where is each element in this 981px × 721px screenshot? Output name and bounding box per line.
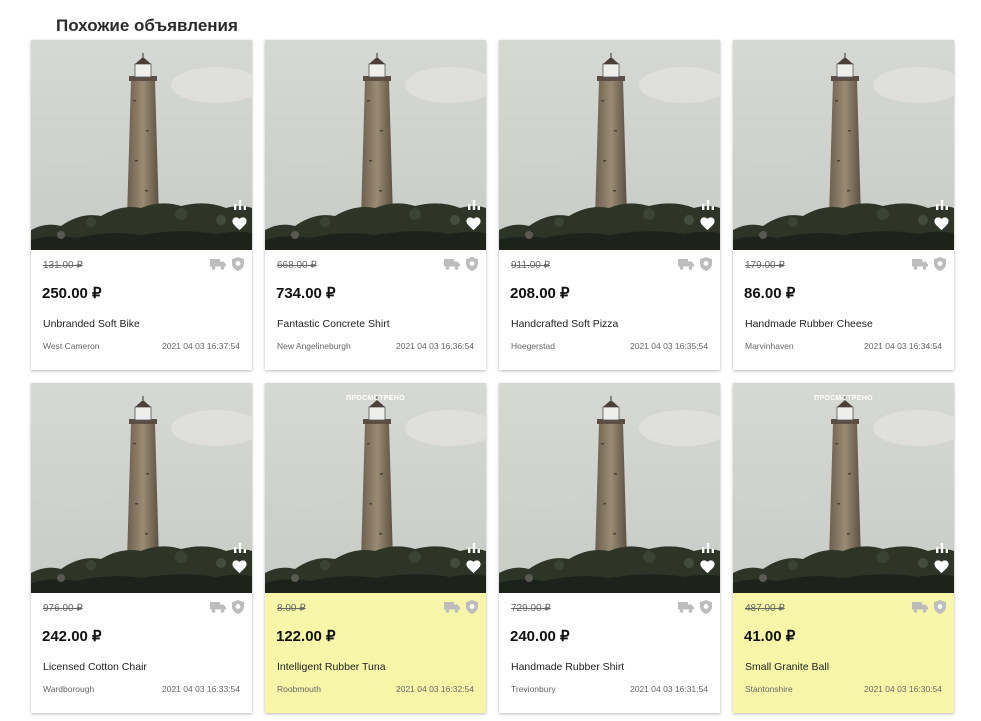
heart-icon[interactable]: [231, 215, 248, 231]
bar-chart-icon[interactable]: [702, 200, 714, 210]
price: 250.00 ₽: [42, 285, 102, 302]
city: Marvinhaven: [745, 341, 794, 351]
date: 2021 04 03 16:33:54: [162, 684, 240, 694]
city: Stantonshire: [745, 684, 793, 694]
listing-card[interactable]: 729.00 ₽ 240.00 ₽ Handmade Rubber Shirt …: [499, 383, 720, 713]
shield-icon: [232, 600, 244, 614]
old-price: 911.00 ₽: [511, 260, 550, 271]
truck-icon: [210, 259, 226, 270]
listing-card[interactable]: 131.00 ₽ 250.00 ₽ Unbranded Soft Bike We…: [31, 40, 252, 370]
section-title: Похожие объявления: [56, 16, 238, 35]
city: Roobmouth: [277, 684, 321, 694]
listing-photo[interactable]: [733, 383, 954, 593]
listing-title[interactable]: Small Granite Ball: [745, 661, 829, 673]
old-price: 131.00 ₽: [43, 260, 83, 271]
listing-photo[interactable]: [499, 383, 720, 593]
city: Hoegerstad: [511, 341, 555, 351]
truck-icon: [444, 259, 460, 270]
shield-icon: [700, 257, 712, 271]
old-price: 8.00 ₽: [277, 603, 306, 614]
bar-chart-icon[interactable]: [234, 200, 246, 210]
viewed-label: ПРОСМОТРЕНО: [814, 395, 873, 402]
shield-icon: [934, 257, 946, 271]
date: 2021 04 03 16:36:54: [396, 341, 474, 351]
viewed-label: ПРОСМОТРЕНО: [346, 395, 405, 402]
listing-photo[interactable]: [499, 40, 720, 250]
listings-grid: 131.00 ₽ 250.00 ₽ Unbranded Soft Bike We…: [31, 40, 954, 714]
shield-icon: [466, 600, 478, 614]
bar-chart-icon[interactable]: [936, 200, 948, 210]
date: 2021 04 03 16:37:54: [162, 341, 240, 351]
listing-card[interactable]: 668.00 ₽ 734.00 ₽ Fantastic Concrete Shi…: [265, 40, 486, 370]
truck-icon: [912, 602, 928, 613]
date: 2021 04 03 16:31:54: [630, 684, 708, 694]
listing-title[interactable]: Handmade Rubber Shirt: [511, 661, 624, 673]
heart-icon[interactable]: [465, 558, 482, 574]
shield-icon: [934, 600, 946, 614]
city: Wardborough: [43, 684, 95, 694]
listing-card[interactable]: ПРОСМОТРЕНО 8.00 ₽ 122.00 ₽ Intelligent …: [265, 383, 486, 713]
truck-icon: [678, 259, 694, 270]
bar-chart-icon[interactable]: [468, 200, 480, 210]
bar-chart-icon[interactable]: [468, 543, 480, 553]
old-price: 668.00 ₽: [277, 260, 317, 271]
listing-card[interactable]: ПРОСМОТРЕНО 487.00 ₽ 41.00 ₽ Small Grani…: [733, 383, 954, 713]
listing-photo[interactable]: [265, 383, 486, 593]
old-price: 729.00 ₽: [511, 603, 551, 614]
heart-icon[interactable]: [699, 215, 716, 231]
old-price: 487.00 ₽: [745, 603, 785, 614]
shield-icon: [700, 600, 712, 614]
listing-title[interactable]: Handmade Rubber Cheese: [745, 318, 873, 330]
old-price: 179.00 ₽: [745, 260, 785, 271]
date: 2021 04 03 16:35:54: [630, 341, 708, 351]
price: 242.00 ₽: [42, 628, 102, 645]
truck-icon: [678, 602, 694, 613]
listing-title[interactable]: Unbranded Soft Bike: [43, 318, 140, 330]
heart-icon[interactable]: [699, 558, 716, 574]
listing-title[interactable]: Handcrafted Soft Pizza: [511, 318, 618, 330]
listing-photo[interactable]: [31, 383, 252, 593]
city: New Angelineburgh: [277, 341, 351, 351]
listing-photo[interactable]: [265, 40, 486, 250]
listing-card[interactable]: 976.00 ₽ 242.00 ₽ Licensed Cotton Chair …: [31, 383, 252, 713]
price: 240.00 ₽: [510, 628, 570, 645]
listing-photo[interactable]: [733, 40, 954, 250]
price: 208.00 ₽: [510, 285, 570, 302]
listing-title[interactable]: Fantastic Concrete Shirt: [277, 318, 390, 330]
date: 2021 04 03 16:32:54: [396, 684, 474, 694]
listing-card[interactable]: 179.00 ₽ 86.00 ₽ Handmade Rubber Cheese …: [733, 40, 954, 370]
listing-title[interactable]: Licensed Cotton Chair: [43, 661, 147, 673]
price: 734.00 ₽: [276, 285, 336, 302]
listing-title[interactable]: Intelligent Rubber Tuna: [277, 661, 386, 673]
listing-card[interactable]: 911.00 ₽ 208.00 ₽ Handcrafted Soft Pizza…: [499, 40, 720, 370]
heart-icon[interactable]: [933, 558, 950, 574]
heart-icon[interactable]: [231, 558, 248, 574]
truck-icon: [444, 602, 460, 613]
city: West Cameron: [43, 341, 100, 351]
old-price: 976.00 ₽: [43, 603, 83, 614]
price: 122.00 ₽: [276, 628, 336, 645]
price: 41.00 ₽: [744, 628, 796, 645]
shield-icon: [232, 257, 244, 271]
bar-chart-icon[interactable]: [702, 543, 714, 553]
heart-icon[interactable]: [465, 215, 482, 231]
heart-icon[interactable]: [933, 215, 950, 231]
truck-icon: [210, 602, 226, 613]
date: 2021 04 03 16:34:54: [864, 341, 942, 351]
date: 2021 04 03 16:30:54: [864, 684, 942, 694]
bar-chart-icon[interactable]: [234, 543, 246, 553]
truck-icon: [912, 259, 928, 270]
bar-chart-icon[interactable]: [936, 543, 948, 553]
listing-photo[interactable]: [31, 40, 252, 250]
price: 86.00 ₽: [744, 285, 796, 302]
shield-icon: [466, 257, 478, 271]
city: Trevionbury: [511, 684, 556, 694]
